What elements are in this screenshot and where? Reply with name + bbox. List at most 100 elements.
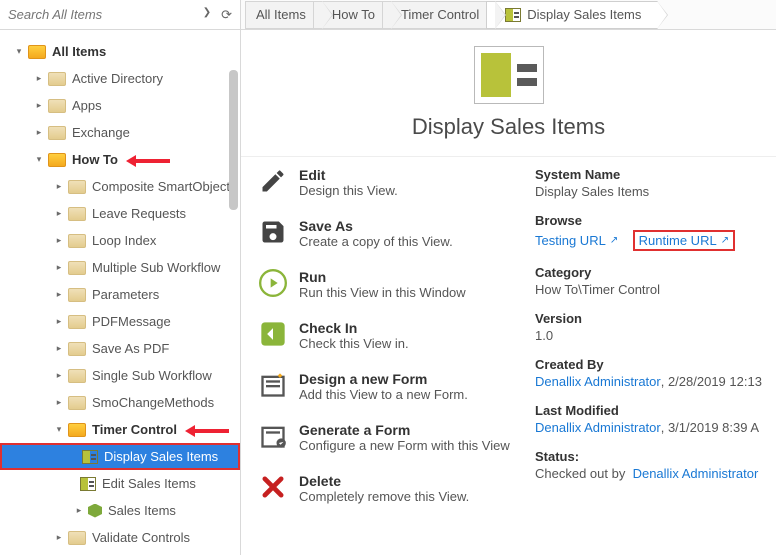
- action-design-form[interactable]: Design a new FormAdd this View to a new …: [259, 371, 515, 402]
- tree-node-smo[interactable]: ▸SmoChangeMethods: [0, 389, 240, 416]
- breadcrumb-item-current[interactable]: Display Sales Items: [486, 1, 658, 29]
- tree-label: How To: [72, 152, 118, 167]
- tree-node-edit-sales-items[interactable]: Edit Sales Items: [0, 470, 240, 497]
- prop-label: Browse: [535, 213, 776, 228]
- caret-right-icon: ▸: [54, 208, 64, 219]
- action-desc: Design this View.: [299, 183, 398, 198]
- tree-label: Validate Controls: [92, 530, 190, 545]
- prop-value: Display Sales Items: [535, 184, 776, 199]
- tree-node-loop[interactable]: ▸Loop Index: [0, 227, 240, 254]
- tree-node-composite[interactable]: ▸Composite SmartObject: [0, 173, 240, 200]
- save-icon: [259, 218, 287, 246]
- prop-last-modified: Last Modified Denallix Administrator, 3/…: [535, 403, 776, 435]
- caret-right-icon: ▸: [34, 73, 44, 84]
- tree-node-active-directory[interactable]: ▸ Active Directory: [0, 65, 240, 92]
- tree-node-apps[interactable]: ▸Apps: [0, 92, 240, 119]
- view-icon: [80, 477, 96, 491]
- smartobject-icon: [88, 504, 102, 518]
- view-icon: [82, 450, 98, 464]
- folder-icon: [68, 369, 86, 383]
- tree-node-single-sub[interactable]: ▸Single Sub Workflow: [0, 362, 240, 389]
- runtime-url-link[interactable]: Runtime URL ↗: [639, 233, 729, 248]
- caret-right-icon: ▸: [54, 289, 64, 300]
- action-run[interactable]: RunRun this View in this Window: [259, 269, 515, 300]
- created-by-user-link[interactable]: Denallix Administrator: [535, 374, 661, 389]
- prop-value: 1.0: [535, 328, 776, 343]
- action-desc: Add this View to a new Form.: [299, 387, 468, 402]
- action-desc: Create a copy of this View.: [299, 234, 453, 249]
- action-generate-form[interactable]: Generate a FormConfigure a new Form with…: [259, 422, 515, 453]
- testing-url-link[interactable]: Testing URL ↗: [535, 233, 618, 248]
- breadcrumb-label: Timer Control: [401, 7, 479, 22]
- folder-icon: [68, 396, 86, 410]
- tree-node-parameters[interactable]: ▸ Parameters: [0, 281, 240, 308]
- tree-label: Sales Items: [108, 503, 176, 518]
- folder-icon: [68, 234, 86, 248]
- delete-icon: [259, 473, 287, 501]
- tree-root-all-items[interactable]: ▾ All Items: [0, 38, 240, 65]
- folder-icon: [68, 207, 86, 221]
- prop-label: Category: [535, 265, 776, 280]
- tree-label: Apps: [72, 98, 102, 113]
- tree-node-how-to[interactable]: ▾How To: [0, 146, 240, 173]
- tree-label: Loop Index: [92, 233, 156, 248]
- tree-label: Active Directory: [72, 71, 163, 86]
- caret-down-icon: ▾: [14, 46, 24, 57]
- last-modified-user-link[interactable]: Denallix Administrator: [535, 420, 661, 435]
- tree-label: Timer Control: [92, 422, 177, 437]
- tree-node-sales-items[interactable]: ▸Sales Items: [0, 497, 240, 524]
- prop-label: Version: [535, 311, 776, 326]
- action-delete[interactable]: DeleteCompletely remove this View.: [259, 473, 515, 504]
- prop-category: Category How To\Timer Control: [535, 265, 776, 297]
- tree-node-timer-control[interactable]: ▾ Timer Control: [0, 416, 240, 443]
- action-edit[interactable]: EditDesign this View.: [259, 167, 515, 198]
- folder-icon: [68, 423, 86, 437]
- actions-list: EditDesign this View. Save AsCreate a co…: [241, 157, 521, 555]
- tree-node-validate[interactable]: ▸Validate Controls: [0, 524, 240, 551]
- action-title: Save As: [299, 218, 453, 234]
- link-label: Runtime URL: [639, 233, 717, 248]
- search-input[interactable]: [8, 7, 203, 22]
- action-save-as[interactable]: Save AsCreate a copy of this View.: [259, 218, 515, 249]
- main-panel: All Items How To Timer Control Display S…: [241, 0, 776, 555]
- tree-label: Display Sales Items: [104, 449, 218, 464]
- checkin-icon: [259, 320, 287, 348]
- tree-node-exchange[interactable]: ▸Exchange: [0, 119, 240, 146]
- action-desc: Check this View in.: [299, 336, 409, 351]
- folder-icon: [48, 72, 66, 86]
- annotation-arrow-icon: [126, 152, 170, 167]
- folder-icon: [68, 531, 86, 545]
- folder-icon: [68, 180, 86, 194]
- action-check-in[interactable]: Check InCheck this View in.: [259, 320, 515, 351]
- prop-label: Status:: [535, 449, 776, 464]
- action-title: Delete: [299, 473, 469, 489]
- folder-icon: [68, 315, 86, 329]
- chevron-down-icon[interactable]: ❯: [203, 7, 211, 23]
- tree-label: Parameters: [92, 287, 159, 302]
- folder-icon: [68, 342, 86, 356]
- annotation-arrow-icon: [185, 422, 229, 437]
- generate-form-icon: [259, 422, 287, 450]
- breadcrumb-item[interactable]: All Items: [245, 1, 323, 29]
- properties-panel: System Name Display Sales Items Browse T…: [521, 157, 776, 555]
- tree-label: All Items: [52, 44, 106, 59]
- tree-node-multi-sub[interactable]: ▸Multiple Sub Workflow: [0, 254, 240, 281]
- scrollbar[interactable]: [229, 70, 238, 210]
- action-title: Edit: [299, 167, 398, 183]
- tree-node-display-sales-items[interactable]: Display Sales Items: [0, 443, 240, 470]
- breadcrumb-label: Display Sales Items: [527, 7, 641, 22]
- caret-down-icon: ▾: [54, 424, 64, 435]
- prop-version: Version 1.0: [535, 311, 776, 343]
- page-title: Display Sales Items: [241, 114, 776, 140]
- sidebar: ❯ ⟳ ▾ All Items ▸Active Directory ▸Apps …: [0, 0, 241, 555]
- refresh-icon[interactable]: ⟳: [221, 7, 232, 23]
- prop-label: Created By: [535, 357, 776, 372]
- tree-node-leave[interactable]: ▸Leave Requests: [0, 200, 240, 227]
- tree-node-pdfmessage[interactable]: ▸PDFMessage: [0, 308, 240, 335]
- action-title: Generate a Form: [299, 422, 510, 438]
- external-link-icon: ↗: [610, 235, 618, 246]
- prop-label: System Name: [535, 167, 776, 182]
- tree-node-save-as-pdf[interactable]: ▸Save As PDF: [0, 335, 240, 362]
- caret-right-icon: ▸: [54, 397, 64, 408]
- status-user-link[interactable]: Denallix Administrator: [633, 466, 759, 481]
